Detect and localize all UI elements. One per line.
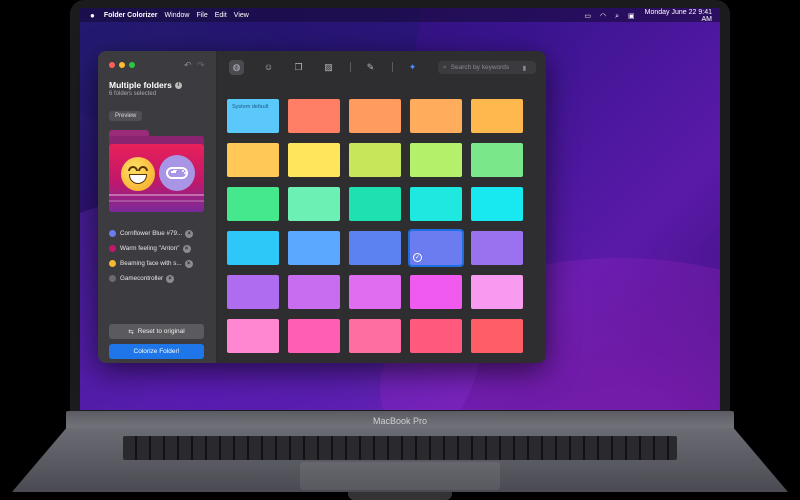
color-swatch[interactable] [288,319,340,353]
tag-color-dot [109,260,116,267]
zoom-window-button[interactable] [129,62,135,68]
color-swatch[interactable] [471,143,523,177]
color-swatch[interactable] [227,319,279,353]
info-icon[interactable]: i [174,82,182,90]
menu-app-name[interactable]: Folder Colorizer [104,12,158,19]
search-field[interactable]: ⌕ ▮ [438,61,536,74]
main-panel: ◍ ☺ ❐ ▨ ✎ ✦ ⌕ ▮ System default ✓ [217,51,546,363]
tag-label: Warm feeling "Anton" [120,245,180,252]
color-swatch[interactable] [410,275,462,309]
traffic-lights [109,62,139,68]
control-center-icon[interactable]: ▣ [628,13,635,20]
tag-label: Beaming face with s... [120,260,182,267]
applied-tag: Beaming face with s... × [109,258,193,269]
laptop-foot [348,492,452,500]
reset-icon: ⇆ [128,328,134,336]
tag-label: Gamecontroller [120,275,164,282]
color-swatch[interactable] [471,319,523,353]
color-swatch[interactable] [227,143,279,177]
remove-tag-icon[interactable]: × [182,244,191,253]
color-swatch[interactable] [227,187,279,221]
microphone-icon[interactable]: ▮ [523,64,527,72]
trackpad [300,462,500,490]
wifi-icon[interactable]: ◠ [600,13,606,20]
remove-tag-icon[interactable]: × [185,229,194,238]
reset-to-original-button[interactable]: ⇆ Reset to original [109,324,204,339]
menu-window[interactable]: Window [165,12,190,19]
keyboard [123,436,677,460]
color-swatch[interactable] [349,319,401,353]
folder-preview [109,130,204,212]
tag-color-dot [109,245,116,252]
color-swatch[interactable] [227,231,279,265]
color-swatch[interactable] [288,187,340,221]
system-default-swatch[interactable]: System default [227,99,279,133]
menu-file[interactable]: File [196,12,207,19]
color-swatch[interactable] [410,143,462,177]
color-swatch[interactable] [471,231,523,265]
menu-clock[interactable]: Monday June 22 9:41 AM [645,9,712,23]
redo-icon[interactable]: ↷ [197,60,205,71]
toolbar: ◍ ☺ ❐ ▨ ✎ ✦ ⌕ ▮ [217,51,546,83]
menu-view[interactable]: View [234,12,249,19]
magic-icon[interactable]: ✦ [405,60,420,75]
color-palette-grid: System default ✓ [227,99,525,357]
color-swatch[interactable] [471,187,523,221]
color-swatch[interactable] [349,275,401,309]
color-swatch[interactable] [288,143,340,177]
emoji-icon[interactable]: ☺ [261,60,276,75]
menu-bar: ● Folder Colorizer Window File Edit View… [80,8,720,23]
applied-tag: Warm feeling "Anton" × [109,243,191,254]
tag-color-dot [109,230,116,237]
color-swatch[interactable] [471,275,523,309]
color-swatch[interactable] [410,319,462,353]
checkmark-icon: ✓ [413,253,422,262]
system-default-label: System default [232,104,269,110]
gamecontroller-icon [159,155,195,191]
selection-title: Multiple folders i [109,80,182,90]
tag-label: Cornflower Blue #79... [120,230,183,237]
color-swatch[interactable] [349,143,401,177]
beaming-face-emoji-icon [121,157,155,191]
applied-tag: Cornflower Blue #79... × [109,228,194,239]
folder-colorizer-window: ↶ ↷ Multiple folders i 6 folders selected… [98,51,546,363]
colorize-folder-button[interactable]: Colorize Folder! [109,344,204,359]
color-swatch[interactable] [349,231,401,265]
color-swatch[interactable] [410,187,462,221]
search-input[interactable] [450,64,521,71]
apple-icon[interactable]: ● [90,11,95,20]
laptop-model-label: MacBook Pro [372,416,428,426]
eyedropper-icon[interactable]: ✎ [363,60,378,75]
image-icon[interactable]: ▨ [321,60,336,75]
color-swatch[interactable] [410,99,462,133]
spotlight-icon[interactable]: ⌕ [615,13,619,20]
color-swatch[interactable] [227,275,279,309]
minimize-window-button[interactable] [119,62,125,68]
remove-tag-icon[interactable]: × [184,259,193,268]
palette-icon[interactable]: ◍ [229,60,244,75]
color-swatch[interactable]: ✓ [408,229,464,267]
battery-icon[interactable]: ▭ [584,13,591,20]
preview-label: Preview [109,111,143,121]
search-icon: ⌕ [443,63,447,71]
color-swatch[interactable] [349,99,401,133]
undo-icon[interactable]: ↶ [184,60,192,71]
color-swatch[interactable] [288,99,340,133]
tag-color-dot [109,275,116,282]
sidebar: ↶ ↷ Multiple folders i 6 folders selected… [98,51,217,363]
color-swatch[interactable] [349,187,401,221]
copy-icon[interactable]: ❐ [291,60,306,75]
close-window-button[interactable] [109,62,115,68]
applied-tag: Gamecontroller × [109,273,175,284]
selection-subtitle: 6 folders selected [109,91,157,97]
color-swatch[interactable] [471,99,523,133]
color-swatch[interactable] [288,275,340,309]
menu-edit[interactable]: Edit [215,12,227,19]
remove-tag-icon[interactable]: × [166,274,175,283]
color-swatch[interactable] [288,231,340,265]
